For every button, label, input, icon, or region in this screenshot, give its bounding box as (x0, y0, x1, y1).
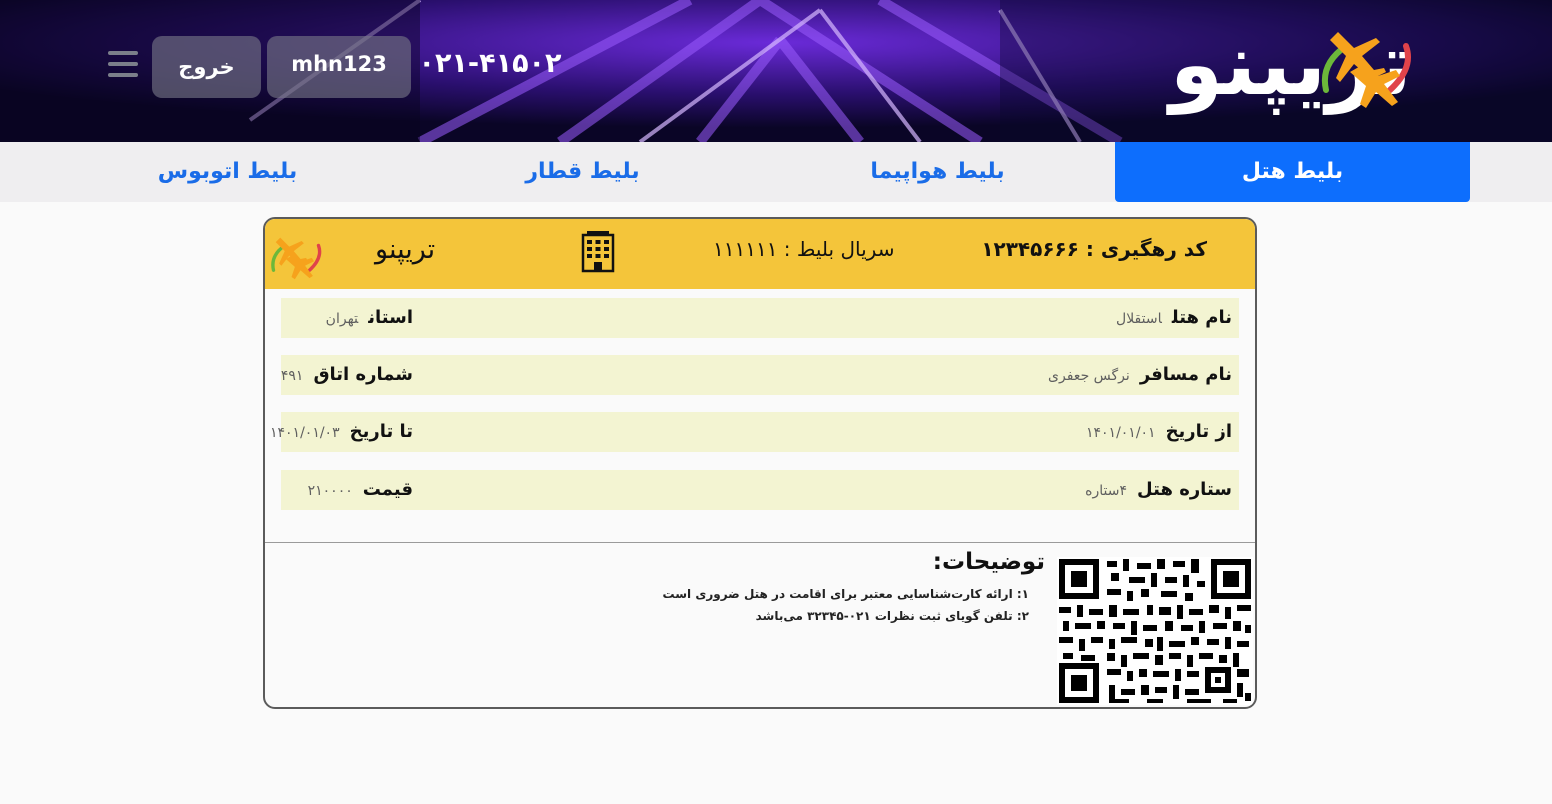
divider (265, 542, 1255, 543)
from-date-cell: از تاریخ ۱۴۰۱/۰۱/۰۱ (1086, 412, 1232, 452)
support-phone: ۰۲۱-۴۱۵۰۲ (418, 48, 562, 79)
user-account-button[interactable]: mhn123 (267, 36, 411, 98)
hotel-name-value: استقلال (1116, 311, 1162, 327)
tracking-code: کد رهگیری : ۱۲۳۴۵۶۶۶ (981, 237, 1207, 261)
hotel-name-cell: نام هتل استقلال (1116, 298, 1232, 338)
from-date-value: ۱۴۰۱/۰۱/۰۱ (1085, 425, 1156, 441)
passenger-name-value: نرگس جعفری (1048, 368, 1130, 384)
ticket-type-nav: بلیط هتل بلیط هواپیما بلیط قطار بلیط اتو… (0, 142, 1552, 202)
field-label: از تاریخ (1165, 421, 1232, 442)
ticket-serial: سریال بلیط : ۱۱۱۱۱۱ (713, 237, 895, 261)
to-date-cell: تا تاریخ ۱۴۰۱/۰۱/۰۳ (270, 412, 413, 452)
info-row: ستاره هتل ۴ستاره قیمت ۲۱۰۰۰۰ (281, 470, 1239, 510)
hotel-stars-value: ۴ستاره (1085, 483, 1128, 499)
field-label: قیمت (362, 479, 413, 500)
tab-hotel[interactable]: بلیط هتل (1115, 142, 1470, 202)
hotel-ticket-card: کد رهگیری : ۱۲۳۴۵۶۶۶ سریال بلیط : ۱۱۱۱۱۱… (263, 217, 1257, 709)
field-label: استان (368, 307, 413, 328)
description-line: ۱: ارائه کارت‌شناسایی معتبر برای اقامت د… (662, 587, 1029, 601)
plane-logo-icon (271, 237, 322, 280)
price-value: ۲۱۰۰۰۰ (307, 483, 353, 499)
menu-icon[interactable] (108, 51, 138, 79)
field-label: نام مسافر (1139, 364, 1232, 385)
province-value: تهران (325, 311, 359, 327)
field-label: نام هتل (1171, 307, 1232, 328)
tab-bus[interactable]: بلیط اتوبوس (50, 142, 405, 202)
building-icon (581, 231, 615, 273)
ticket-brand: تریپنو (375, 234, 436, 265)
description-title: توضیحات: (932, 549, 1045, 575)
hotel-stars-cell: ستاره هتل ۴ستاره (1085, 470, 1232, 510)
room-number-cell: شماره اتاق ۴۹۱ (281, 355, 413, 395)
room-number-value: ۴۹۱ (280, 368, 304, 384)
menu-bar (108, 73, 138, 77)
menu-bar (108, 51, 138, 55)
passenger-name-cell: نام مسافر نرگس جعفری (1048, 355, 1232, 395)
province-cell: استان تهران (326, 298, 413, 338)
field-label: ستاره هتل (1137, 479, 1232, 500)
to-date-value: ۱۴۰۱/۰۱/۰۳ (270, 425, 340, 441)
logout-button[interactable]: خروج (152, 36, 261, 98)
field-label: شماره اتاق (313, 364, 413, 385)
qr-code (1057, 557, 1253, 705)
info-row: نام مسافر نرگس جعفری شماره اتاق ۴۹۱ (281, 355, 1239, 395)
plane-logo-icon[interactable] (1318, 24, 1414, 116)
ticket-header: کد رهگیری : ۱۲۳۴۵۶۶۶ سریال بلیط : ۱۱۱۱۱۱… (265, 219, 1255, 289)
tab-train[interactable]: بلیط قطار (405, 142, 760, 202)
field-label: تا تاریخ (349, 421, 413, 442)
menu-bar (108, 62, 138, 66)
site-header: تریپنو ۰۲۱-۴۱۵۰۲ mhn123 خروج (0, 0, 1552, 142)
tab-flight[interactable]: بلیط هواپیما (760, 142, 1115, 202)
info-row: از تاریخ ۱۴۰۱/۰۱/۰۱ تا تاریخ ۱۴۰۱/۰۱/۰۳ (270, 412, 1239, 452)
description-line: ۲: تلفن گویای ثبت نظرات ۰۲۱-۳۲۳۴۵ می‌باش… (755, 609, 1029, 623)
price-cell: قیمت ۲۱۰۰۰۰ (308, 470, 413, 510)
info-row: نام هتل استقلال استان تهران (281, 298, 1239, 338)
